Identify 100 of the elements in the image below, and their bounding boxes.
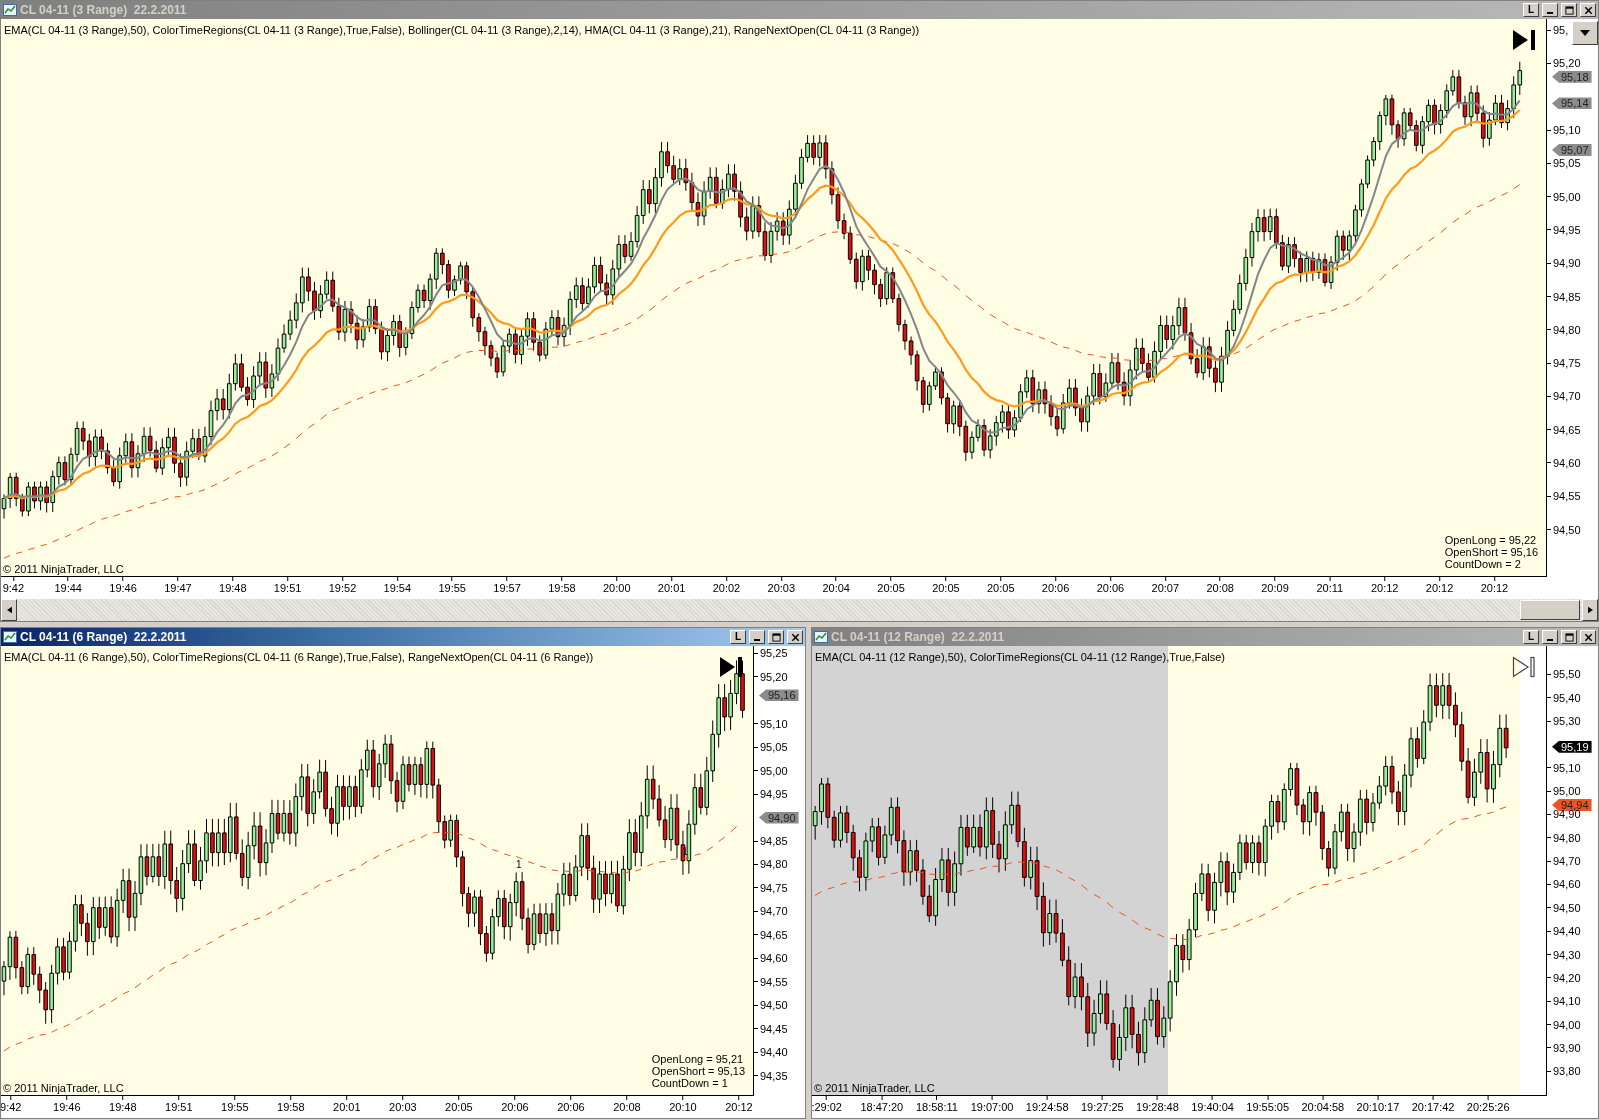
close-button[interactable] [787,630,803,644]
skip-to-end-icon[interactable] [719,656,743,678]
time-label: 19:55:05 [1246,1100,1290,1114]
price-label: 94,50 [759,1000,788,1011]
time-label: 20:10:17 [1356,1100,1400,1114]
time-label: 9:42 [2,581,25,595]
info-text: OpenShort = 95,16 [1444,546,1538,558]
price-label: 94,70 [1552,856,1581,867]
caret-icon [1580,30,1590,36]
copyright-text: © 2011 NinjaTrader, LLC [3,563,124,575]
price-label: 94,60 [1552,457,1581,468]
price-label: 95,00 [1552,191,1581,202]
time-label: 20:06 [1041,581,1070,595]
copyright-text: © 2011 NinjaTrader, LLC [3,1082,124,1094]
indicator-legend: EMA(CL 04-11 (12 Range),50), ColorTimeRegions(CL 04-11 (12 Range),True,False) [815,651,1226,663]
price-tag: 95,14 [1552,97,1592,110]
time-label: 19:51 [273,581,302,595]
price-label: 95,20 [1552,58,1581,69]
copyright-text: © 2011 NinjaTrader, LLC [814,1082,935,1094]
info-text: CountDown = 2 [1444,558,1522,570]
price-label: 95,10 [759,718,788,729]
price-label: 94,90 [1552,258,1581,269]
price-label: 94,75 [1552,358,1581,369]
time-label: 19:55 [221,1100,249,1114]
info-text: OpenLong = 95,22 [1444,534,1538,546]
time-label: 19:46 [53,1100,81,1114]
price-label: 94,55 [759,976,788,987]
close-icon [790,632,800,642]
price-label: 95,10 [1552,125,1581,136]
minimize-icon [1547,639,1553,641]
minimize-button[interactable] [749,630,765,644]
time-label: 20:12 [1480,581,1509,595]
time-label: 20:03 [389,1100,417,1114]
price-label: 93,80 [1552,1066,1581,1077]
price-label: 94,65 [759,929,788,940]
indicator-legend: EMA(CL 04-11 (6 Range),50), ColorTimeRegions(CL 04-11 (6 Range),True,False), RangeNextOpen(CL 04-11 (6 Range)) [4,651,594,663]
time-label: 19:57 [493,581,521,595]
left-arrow-icon [6,606,12,614]
time-label: 19:24:58 [1025,1100,1069,1114]
price-label: 94,45 [759,1023,788,1034]
maximize-button[interactable] [768,630,784,644]
skip-to-end-icon[interactable] [1512,656,1536,678]
close-icon [1583,632,1593,642]
time-label: 18:58:11 [915,1100,958,1114]
time-label: 20:10 [669,1100,697,1114]
dropdown-button[interactable] [1572,21,1598,45]
info-text: CountDown = 1 [651,1077,729,1089]
price-label: 94,50 [1552,902,1581,913]
time-label: 19:44 [54,581,82,595]
price-label: 94,55 [1552,491,1581,502]
time-label: 20:12 [1370,581,1399,595]
price-tag: 94,90 [759,811,799,824]
price-label: 95, [1552,25,1569,36]
horizontal-scrollbar[interactable] [1,599,1598,621]
time-label: 20:06 [501,1100,529,1114]
price-label: 94,80 [759,859,788,870]
price-label: 94,30 [1552,949,1581,960]
price-tag: 95,18 [1552,70,1592,83]
time-label: 19:46 [109,581,137,595]
time-label: 20:06 [557,1100,585,1114]
time-label: 19:28:48 [1136,1100,1179,1114]
time-label: 20:05 [877,581,905,595]
time-label: 20:06 [1096,581,1125,595]
scroll-right-button[interactable] [1582,599,1598,621]
time-label: 19:51 [165,1100,193,1114]
price-label: 94,95 [759,789,788,800]
price-label: 95,40 [1552,692,1581,703]
scroll-left-button[interactable] [1,599,17,621]
price-label: 94,85 [759,836,788,846]
info-text: OpenLong = 95,21 [651,1053,745,1065]
time-label: 18:47:20 [860,1100,904,1114]
time-label: 20:08 [613,1100,641,1114]
price-label: 94,10 [1552,996,1581,1007]
close-icon [1583,5,1593,15]
price-label: 94,75 [759,882,788,893]
price-label: 94,20 [1552,972,1581,983]
time-label: 19:47 [164,581,192,595]
time-label: 19:48 [219,581,247,595]
price-label: 94,80 [1552,832,1581,843]
price-label: 94,70 [1552,391,1581,402]
time-label: 20:17:42 [1411,1100,1455,1114]
time-label: 19:07:00 [970,1100,1014,1114]
price-label: 94,65 [1552,424,1581,435]
window-title: CL 04-11 (3 Range) 22.2.2011 [20,3,187,17]
lock-button[interactable]: L [730,630,746,644]
price-label: 94,95 [1552,224,1581,235]
price-tag: 95,19 [1552,740,1592,753]
time-label: 20:05 [445,1100,473,1114]
minimize-icon [1547,12,1553,14]
window-title: CL 04-11 (6 Range) 22.2.2011 [20,630,187,644]
time-label: 19:54 [383,581,412,595]
time-label: 20:25:26 [1466,1100,1510,1114]
time-label: 19:58 [277,1100,305,1114]
skip-to-end-icon[interactable] [1512,29,1536,51]
price-label: 95,20 [759,671,788,682]
price-label: 95,05 [1552,158,1581,169]
scroll-thumb[interactable] [1520,600,1580,620]
time-label: 9:42 [1,1100,22,1114]
price-label: 95,00 [1552,786,1581,797]
price-label: 95,50 [1552,669,1581,680]
